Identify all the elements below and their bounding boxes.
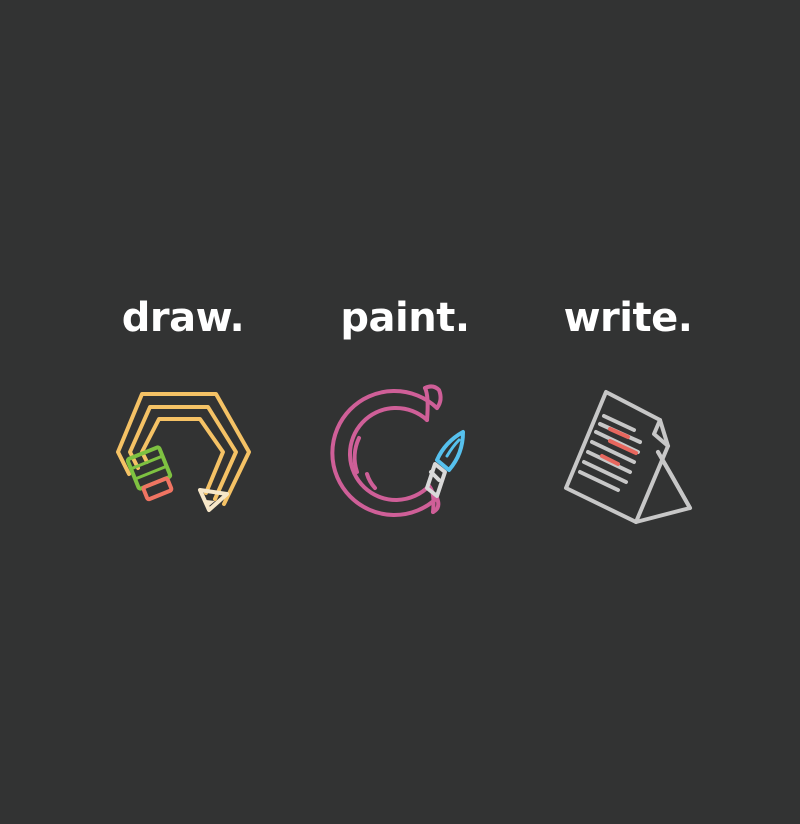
draw-label: draw.	[121, 295, 245, 341]
document-stand-icon	[548, 380, 708, 540]
draw-column: draw.	[73, 288, 293, 548]
pencil-hexagon-icon	[103, 380, 263, 540]
paint-column: paint.	[295, 288, 515, 548]
paint-label: paint.	[340, 295, 470, 341]
write-label: write.	[563, 295, 693, 341]
paintbrush-ring-icon	[325, 380, 485, 540]
write-column: write.	[518, 288, 738, 548]
